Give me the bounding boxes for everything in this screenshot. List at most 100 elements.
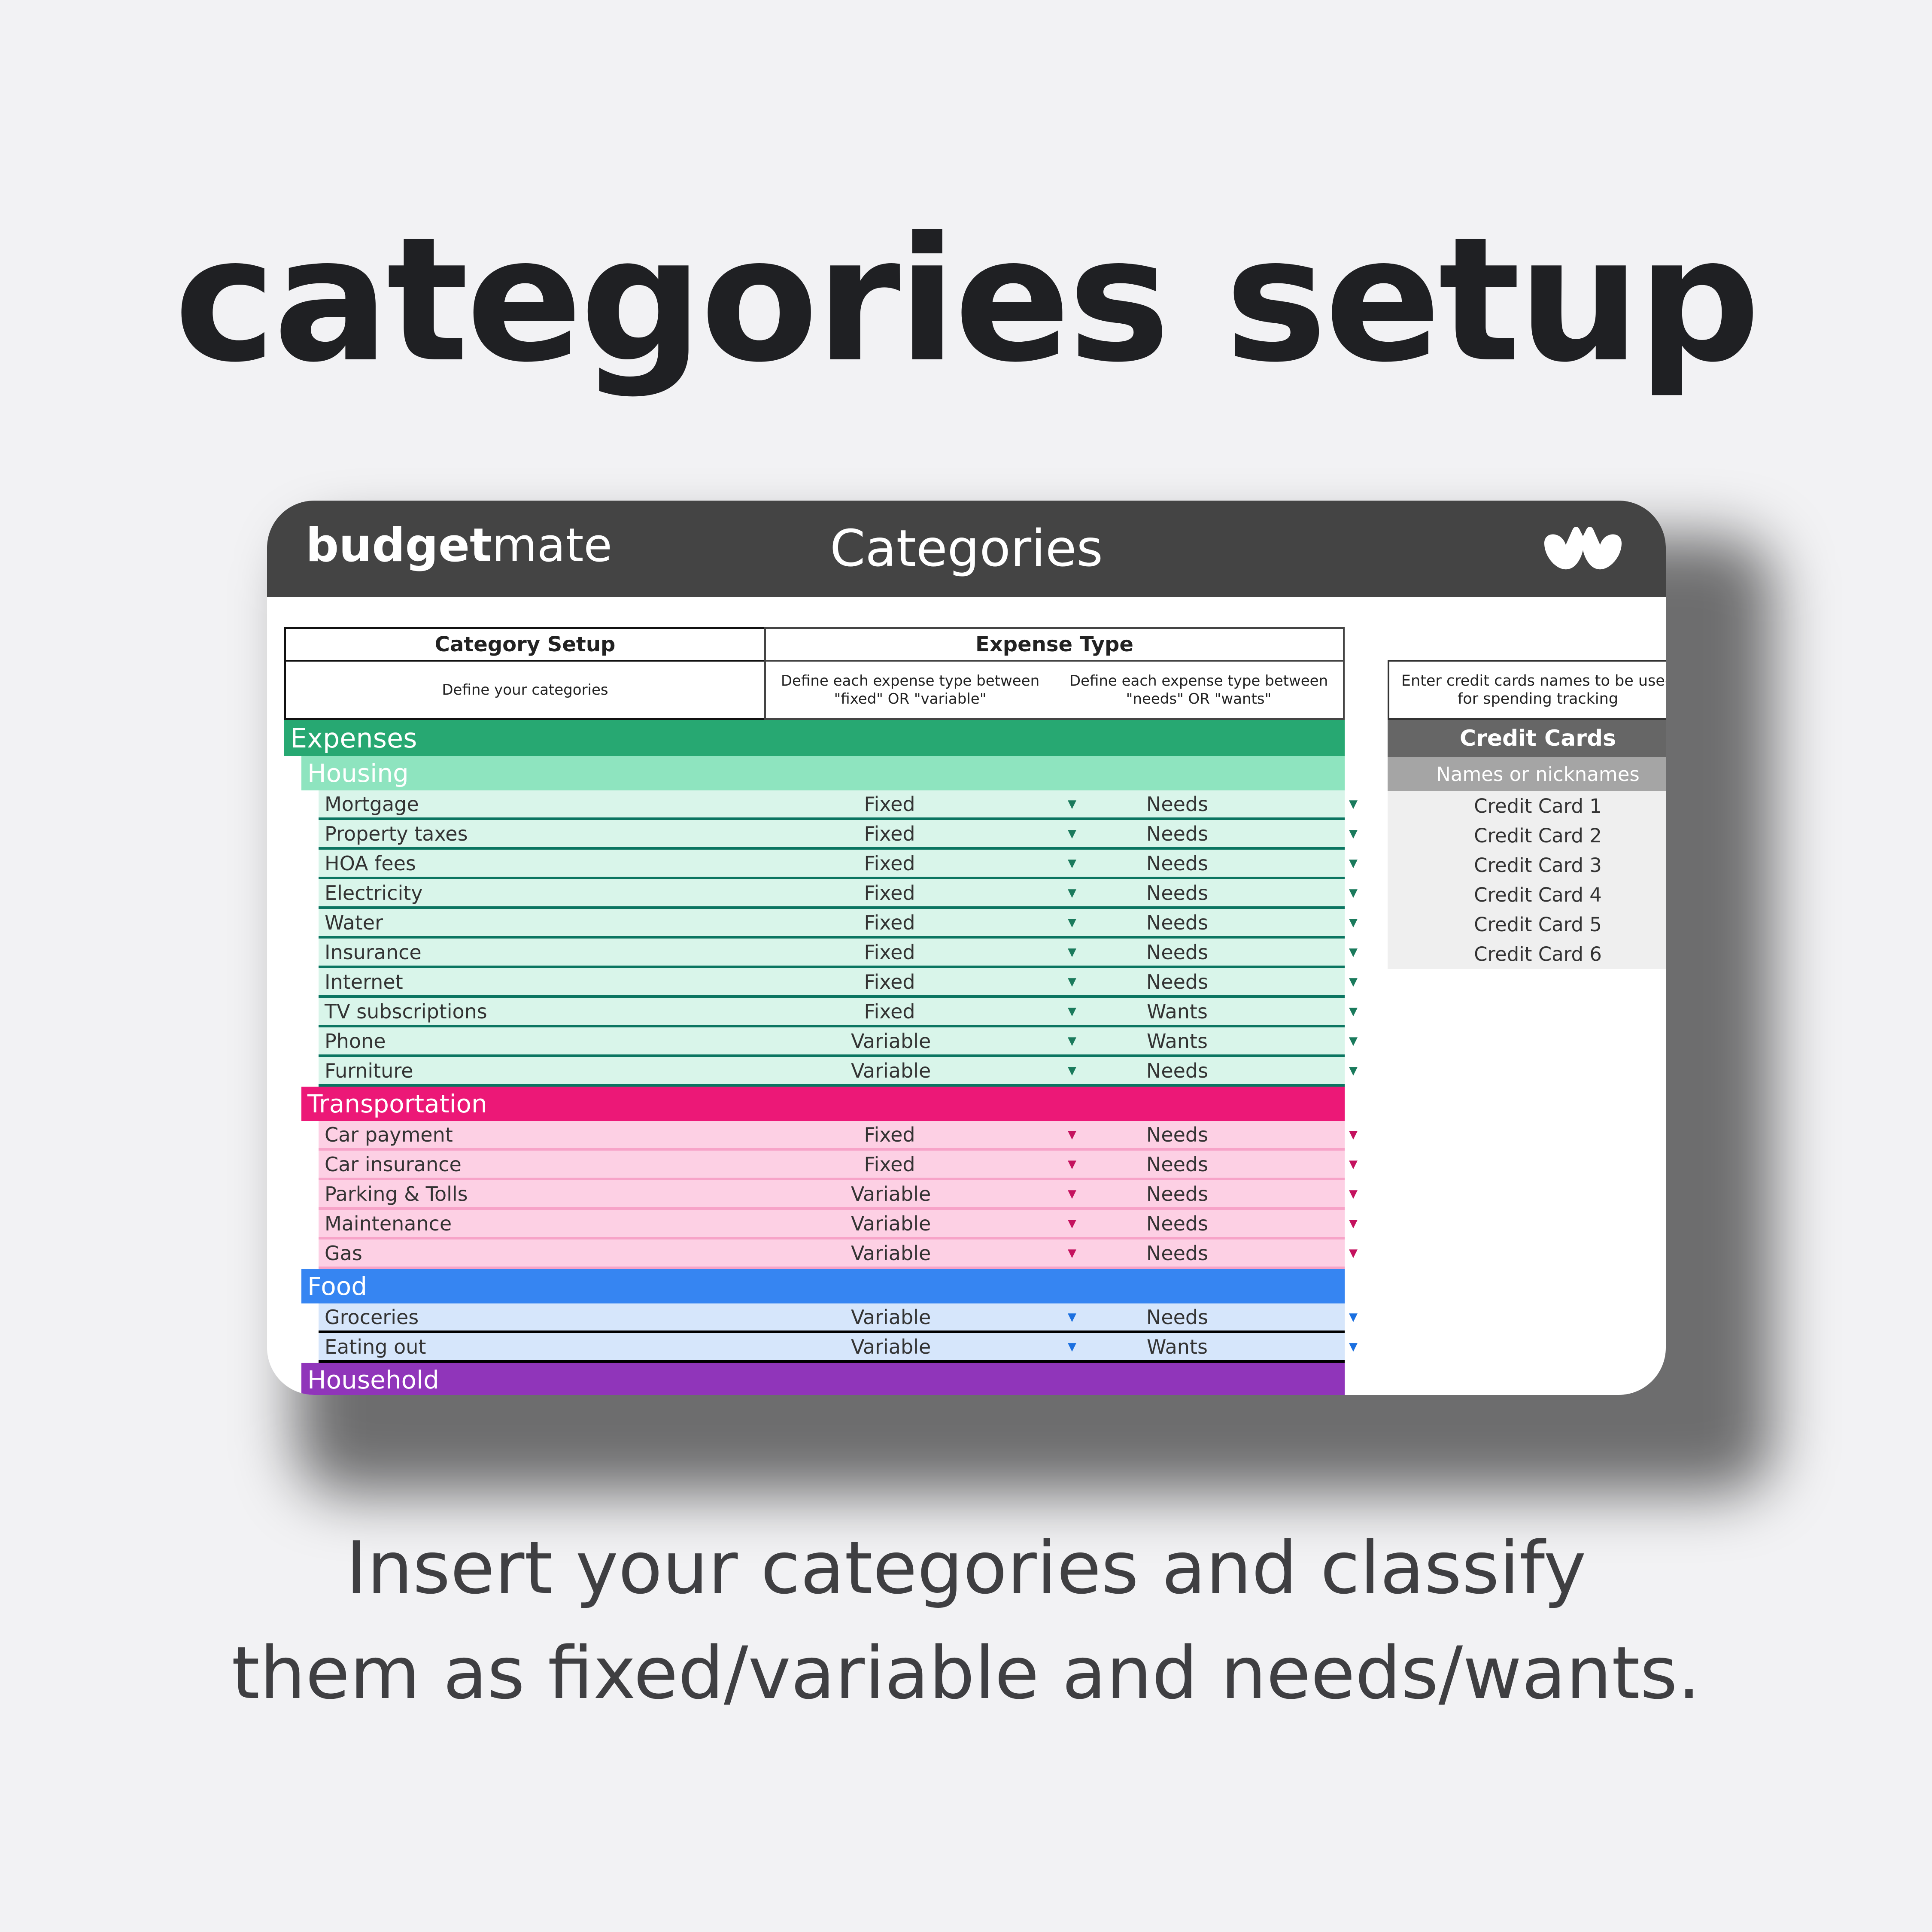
needs-wants-select[interactable]: Needs (1139, 852, 1216, 875)
dropdown-arrow-icon[interactable]: ▼ (1068, 1247, 1076, 1260)
dropdown-arrow-icon[interactable]: ▼ (1349, 1005, 1358, 1018)
fixed-variable-select[interactable]: Fixed (851, 1123, 928, 1146)
dropdown-arrow-icon[interactable]: ▼ (1349, 946, 1358, 959)
fixed-variable-select[interactable]: Variable (851, 1242, 931, 1265)
needs-wants-select[interactable]: Needs (1139, 1212, 1216, 1235)
dropdown-arrow-icon[interactable]: ▼ (1068, 1217, 1076, 1230)
needs-wants-select[interactable]: Needs (1139, 970, 1216, 993)
credit-card-item[interactable]: Credit Card 4 (1388, 880, 1666, 910)
credit-card-item[interactable]: Credit Card 5 (1388, 910, 1666, 939)
dropdown-arrow-icon[interactable]: ▼ (1068, 857, 1076, 870)
category-name[interactable]: Internet (325, 970, 403, 993)
category-name[interactable]: Mortgage (325, 793, 419, 816)
dropdown-arrow-icon[interactable]: ▼ (1068, 1064, 1076, 1077)
dropdown-arrow-icon[interactable]: ▼ (1349, 916, 1358, 929)
dropdown-arrow-icon[interactable]: ▼ (1068, 1035, 1076, 1048)
dropdown-arrow-icon[interactable]: ▼ (1068, 1311, 1076, 1324)
category-name[interactable]: Eating out (325, 1335, 426, 1358)
category-name[interactable]: TV subscriptions (325, 1000, 487, 1023)
dropdown-arrow-icon[interactable]: ▼ (1068, 1340, 1076, 1353)
fixed-variable-select[interactable]: Variable (851, 1059, 931, 1082)
table-row: Gas Variable ▼ Needs ▼ (319, 1239, 1358, 1269)
credit-cards-list: Credit Card 1 Credit Card 2 Credit Card 3C… (1388, 791, 1666, 969)
category-name[interactable]: Car payment (325, 1123, 453, 1146)
fixed-variable-select[interactable]: Variable (851, 1212, 931, 1235)
fixed-variable-select[interactable]: Fixed (851, 941, 928, 964)
category-name[interactable]: Electricity (325, 881, 423, 905)
category-name[interactable]: Groceries (325, 1306, 419, 1329)
dropdown-arrow-icon[interactable]: ▼ (1068, 798, 1076, 811)
credit-card-item[interactable]: Credit Card 1 (1388, 791, 1666, 821)
dropdown-arrow-icon[interactable]: ▼ (1349, 887, 1358, 899)
dropdown-arrow-icon[interactable]: ▼ (1068, 1005, 1076, 1018)
dropdown-arrow-icon[interactable]: ▼ (1349, 827, 1358, 840)
category-name[interactable]: HOA fees (325, 852, 416, 875)
expense-type-hint-cell: Define each expense type between "fixed"… (764, 660, 1345, 720)
dropdown-arrow-icon[interactable]: ▼ (1068, 1188, 1076, 1200)
needs-wants-select[interactable]: Wants (1139, 1000, 1216, 1023)
needs-wants-select[interactable]: Needs (1139, 911, 1216, 934)
category-name[interactable]: Maintenance (325, 1212, 452, 1235)
caption-line-2: them as fixed/variable and needs/wants. (231, 1631, 1701, 1715)
dropdown-arrow-icon[interactable]: ▼ (1068, 887, 1076, 899)
dropdown-arrow-icon[interactable]: ▼ (1349, 798, 1358, 811)
dropdown-arrow-icon[interactable]: ▼ (1349, 1128, 1358, 1141)
needs-wants-select[interactable]: Needs (1139, 1182, 1216, 1206)
table-row: Eating out Variable ▼ Wants ▼ (319, 1333, 1358, 1363)
needs-wants-select[interactable]: Needs (1139, 1153, 1216, 1176)
dropdown-arrow-icon[interactable]: ▼ (1349, 1340, 1358, 1353)
category-name[interactable]: Car insurance (325, 1153, 462, 1176)
group-band-food: Food (301, 1269, 1345, 1303)
dropdown-arrow-icon[interactable]: ▼ (1068, 827, 1076, 840)
needs-wants-select[interactable]: Needs (1139, 1242, 1216, 1265)
category-name[interactable]: Parking & Tolls (325, 1182, 468, 1206)
category-name[interactable]: Water (325, 911, 383, 934)
fixed-variable-select[interactable]: Fixed (851, 852, 928, 875)
dropdown-arrow-icon[interactable]: ▼ (1349, 1035, 1358, 1048)
needs-wants-select[interactable]: Needs (1139, 881, 1216, 905)
dropdown-arrow-icon[interactable]: ▼ (1349, 857, 1358, 870)
dropdown-arrow-icon[interactable]: ▼ (1349, 1311, 1358, 1324)
credit-card-item[interactable]: Credit Card 2 (1388, 821, 1666, 851)
fixed-variable-select[interactable]: Fixed (851, 1153, 928, 1176)
section-band-expenses: Expenses (284, 720, 1345, 756)
fixed-variable-select[interactable]: Variable (851, 1306, 931, 1329)
category-name[interactable]: Insurance (325, 941, 422, 964)
credit-cards-subheader: Names or nicknames (1388, 757, 1666, 791)
category-name[interactable]: Phone (325, 1030, 386, 1053)
dropdown-arrow-icon[interactable]: ▼ (1068, 946, 1076, 959)
table-row: TV subscriptions Fixed ▼ Wants ▼ (319, 998, 1358, 1027)
category-name[interactable]: Property taxes (325, 822, 468, 845)
dropdown-arrow-icon[interactable]: ▼ (1349, 975, 1358, 988)
needs-wants-select[interactable]: Wants (1139, 1335, 1216, 1358)
needs-wants-select[interactable]: Wants (1139, 1030, 1216, 1053)
dropdown-arrow-icon[interactable]: ▼ (1068, 975, 1076, 988)
dropdown-arrow-icon[interactable]: ▼ (1349, 1247, 1358, 1260)
needs-wants-select[interactable]: Needs (1139, 793, 1216, 816)
needs-wants-select[interactable]: Needs (1139, 1059, 1216, 1082)
fixed-variable-select[interactable]: Variable (851, 1030, 931, 1053)
dropdown-arrow-icon[interactable]: ▼ (1349, 1158, 1358, 1171)
fixed-variable-select[interactable]: Fixed (851, 911, 928, 934)
dropdown-arrow-icon[interactable]: ▼ (1068, 1128, 1076, 1141)
dropdown-arrow-icon[interactable]: ▼ (1068, 916, 1076, 929)
dropdown-arrow-icon[interactable]: ▼ (1349, 1217, 1358, 1230)
fixed-variable-select[interactable]: Fixed (851, 970, 928, 993)
dropdown-arrow-icon[interactable]: ▼ (1068, 1158, 1076, 1171)
fixed-variable-select[interactable]: Fixed (851, 1000, 928, 1023)
fixed-variable-select[interactable]: Variable (851, 1182, 931, 1206)
credit-card-item[interactable]: Credit Card 6 (1388, 939, 1666, 969)
fixed-variable-select[interactable]: Fixed (851, 881, 928, 905)
credit-card-item[interactable]: Credit Card 3 (1388, 851, 1666, 880)
needs-wants-select[interactable]: Needs (1139, 941, 1216, 964)
category-name[interactable]: Furniture (325, 1059, 413, 1082)
fixed-variable-select[interactable]: Fixed (851, 793, 928, 816)
dropdown-arrow-icon[interactable]: ▼ (1349, 1188, 1358, 1200)
needs-wants-select[interactable]: Needs (1139, 1123, 1216, 1146)
category-name[interactable]: Gas (325, 1242, 362, 1265)
dropdown-arrow-icon[interactable]: ▼ (1349, 1064, 1358, 1077)
fixed-variable-select[interactable]: Variable (851, 1335, 931, 1358)
fixed-variable-select[interactable]: Fixed (851, 822, 928, 845)
needs-wants-select[interactable]: Needs (1139, 1306, 1216, 1329)
needs-wants-select[interactable]: Needs (1139, 822, 1216, 845)
